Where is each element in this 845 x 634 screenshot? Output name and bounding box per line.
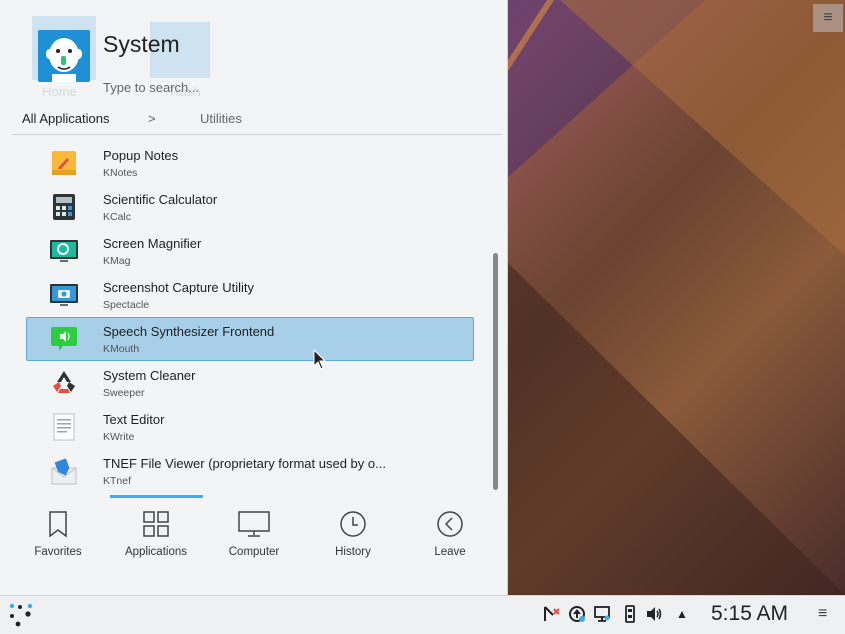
app-item-text-editor[interactable]: Text Editor KWrite	[26, 405, 474, 449]
divider	[12, 134, 502, 135]
app-item-tnef-file-viewer[interactable]: TNEF File Viewer (proprietary format use…	[26, 449, 474, 493]
mouse-pointer-icon	[313, 349, 327, 370]
knotes-icon	[52, 151, 76, 175]
app-name: Screenshot Capture Utility	[103, 280, 255, 295]
avatar-face-icon	[38, 30, 90, 82]
tab-applications[interactable]: Applications	[108, 510, 204, 570]
recycle-icon	[53, 371, 75, 393]
application-launcher: Home Trash System All Applications > Uti…	[0, 0, 508, 595]
app-list-scrollbar[interactable]	[493, 253, 498, 490]
taskbar-panel: ▲ 5:15 AM ≡	[0, 595, 845, 634]
app-generic-name: KNotes	[103, 167, 138, 179]
app-generic-name: KTnef	[103, 475, 132, 487]
expand-arrow-icon[interactable]: ▲	[673, 605, 691, 623]
digital-clock[interactable]: 5:15 AM	[711, 602, 788, 626]
tab-label: Computer	[228, 546, 280, 558]
tab-label: Favorites	[34, 546, 82, 558]
ghost-label-home: Home	[42, 84, 77, 99]
app-generic-name: Sweeper	[103, 387, 145, 399]
application-launcher-button[interactable]	[6, 600, 36, 630]
app-item-screen-magnifier[interactable]: Screen Magnifier KMag	[26, 229, 474, 273]
app-item-popup-notes[interactable]: Popup Notes KNotes	[26, 141, 474, 185]
tab-computer[interactable]: Computer	[206, 510, 302, 570]
active-tab-indicator	[110, 495, 203, 498]
app-generic-name: KWrite	[103, 431, 135, 443]
display-icon[interactable]	[593, 605, 611, 623]
app-name: Popup Notes	[103, 148, 179, 163]
tab-favorites[interactable]: Favorites	[10, 510, 106, 570]
mail-viewer-icon	[51, 458, 77, 485]
calculator-icon	[53, 194, 75, 220]
grid-icon	[143, 511, 169, 537]
tab-label: Applications	[124, 546, 187, 558]
breadcrumb-separator-icon: >	[148, 111, 156, 126]
screenshot-icon	[50, 284, 78, 306]
app-item-speech-synthesizer-frontend[interactable]: Speech Synthesizer Frontend KMouth	[26, 317, 474, 361]
app-name: Text Editor	[103, 412, 165, 427]
app-name: Scientific Calculator	[103, 192, 218, 207]
desktop-toolbox-menu-button[interactable]: ≡	[813, 4, 843, 32]
application-list: Popup Notes KNotes Scientific Calculator…	[26, 141, 474, 495]
app-generic-name: Spectacle	[103, 299, 150, 311]
app-name: TNEF File Viewer (proprietary format use…	[103, 456, 386, 471]
network-disconnected-icon[interactable]	[543, 605, 561, 623]
app-item-system-cleaner[interactable]: System Cleaner Sweeper	[26, 361, 474, 405]
tab-history[interactable]: History	[305, 510, 401, 570]
wallpaper-shard	[505, 260, 845, 595]
magnifier-icon	[50, 240, 78, 262]
breadcrumb-all-applications[interactable]: All Applications	[22, 111, 109, 126]
tab-label: Leave	[434, 546, 466, 558]
app-generic-name: KMag	[103, 255, 131, 267]
app-generic-name: KMouth	[103, 343, 140, 355]
app-name: Screen Magnifier	[103, 236, 202, 251]
update-icon[interactable]	[568, 605, 586, 623]
panel-options-menu-button[interactable]: ≡	[818, 605, 827, 623]
usb-icon[interactable]	[621, 605, 639, 623]
tab-leave[interactable]: Leave	[402, 510, 498, 570]
search-input[interactable]	[100, 76, 466, 98]
wallpaper-shard	[560, 0, 845, 260]
app-item-screenshot-capture-utility[interactable]: Screenshot Capture Utility Spectacle	[26, 273, 474, 317]
app-name: Speech Synthesizer Frontend	[103, 324, 275, 339]
user-avatar[interactable]	[38, 30, 90, 82]
clock-icon	[340, 511, 366, 537]
app-name: System Cleaner	[103, 368, 196, 383]
bookmark-icon	[49, 511, 67, 538]
tab-label: History	[335, 546, 371, 558]
volume-icon[interactable]	[645, 605, 663, 623]
app-item-scientific-calculator[interactable]: Scientific Calculator KCalc	[26, 185, 474, 229]
user-name: System	[103, 31, 180, 57]
monitor-icon	[238, 511, 270, 537]
back-arrow-icon	[437, 511, 463, 537]
text-editor-icon	[53, 413, 75, 441]
speech-icon	[51, 327, 77, 351]
breadcrumb: All Applications > Utilities	[22, 111, 242, 126]
app-generic-name: KCalc	[103, 211, 132, 223]
breadcrumb-utilities[interactable]: Utilities	[200, 111, 242, 126]
